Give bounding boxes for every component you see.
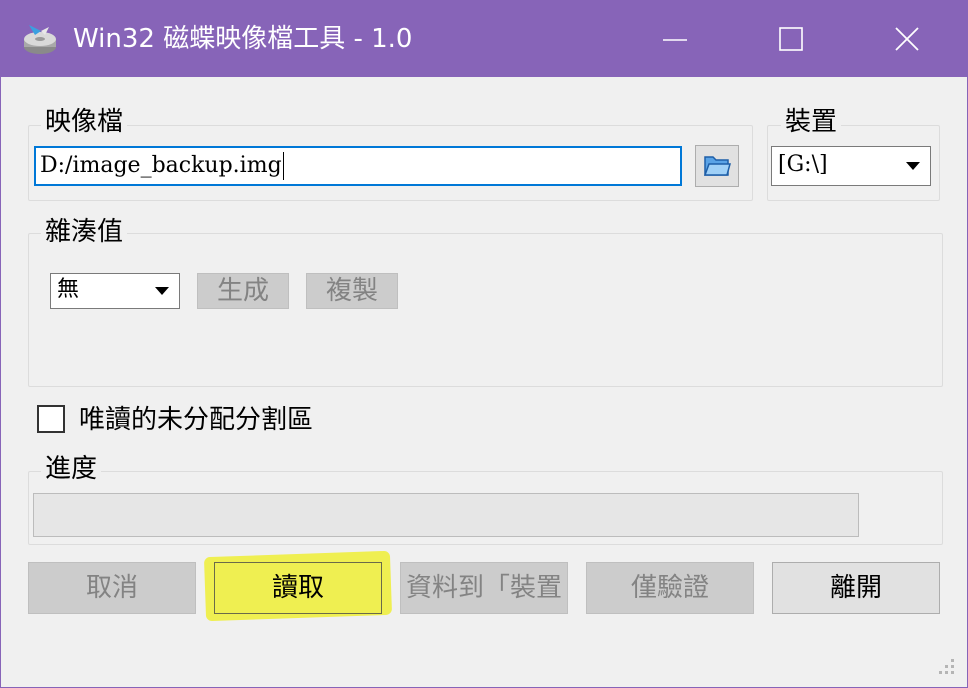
hash-label: 雜湊值 (41, 217, 128, 247)
hash-group (28, 233, 943, 387)
browse-button[interactable] (695, 145, 739, 187)
hash-select[interactable]: 無 (50, 273, 180, 309)
exit-button[interactable]: 離開 (772, 562, 940, 614)
disk-imager-icon (24, 25, 56, 54)
window-title: Win32 磁蝶映像檔工具 - 1.0 (73, 24, 413, 54)
minimize-icon (663, 39, 687, 41)
read-button[interactable]: 讀取 (214, 562, 382, 614)
device-label: 裝置 (781, 107, 842, 137)
title-bar[interactable]: Win32 磁蝶映像檔工具 - 1.0 (1, 1, 967, 77)
close-button[interactable] (849, 1, 965, 77)
close-icon (895, 27, 919, 51)
app-window: Win32 磁蝶映像檔工具 - 1.0 映像檔 D:/image_backup.… (0, 0, 968, 688)
image-file-path: D:/image_backup.img (40, 153, 282, 178)
write-button[interactable]: 資料到「裝置 (400, 562, 568, 614)
device-select[interactable]: [G:\] (771, 146, 931, 186)
read-only-allocated-label: 唯讀的未分配分割區 (79, 405, 314, 435)
image-file-label: 映像檔 (41, 107, 128, 137)
chevron-down-icon (906, 162, 920, 170)
maximize-button[interactable] (733, 1, 849, 77)
progress-bar (33, 493, 859, 537)
copy-hash-button[interactable]: 複製 (306, 273, 398, 309)
hash-selected-value: 無 (57, 277, 80, 302)
resize-grip-icon[interactable] (933, 653, 957, 677)
read-only-allocated-checkbox[interactable] (37, 405, 65, 433)
verify-only-button[interactable]: 僅驗證 (586, 562, 754, 614)
minimize-button[interactable] (617, 1, 733, 77)
cancel-button[interactable]: 取消 (28, 562, 196, 614)
maximize-icon (779, 27, 803, 51)
chevron-down-icon (155, 287, 169, 295)
folder-open-icon (703, 156, 731, 176)
progress-label: 進度 (41, 454, 102, 484)
text-caret (282, 152, 284, 180)
image-file-input[interactable]: D:/image_backup.img (34, 146, 682, 186)
device-selected-value: [G:\] (778, 152, 828, 177)
generate-hash-button[interactable]: 生成 (197, 273, 289, 309)
